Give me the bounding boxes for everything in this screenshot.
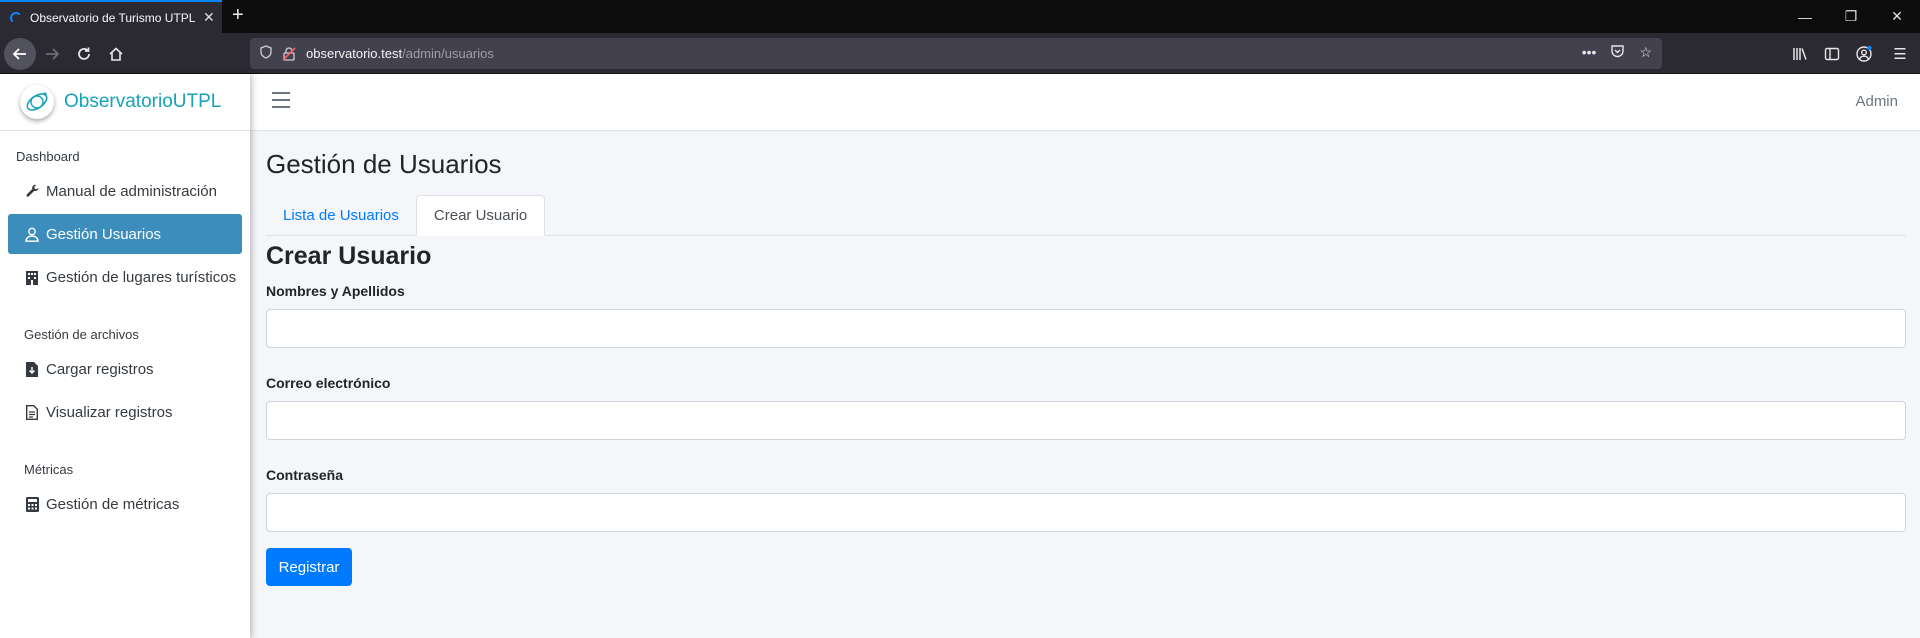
browser-tab[interactable]: Observatorio de Turismo UTPL ✕ — [0, 0, 222, 33]
sidebar-item-label: Cargar registros — [46, 360, 154, 378]
minimize-icon[interactable]: — — [1782, 0, 1828, 33]
password-field[interactable] — [266, 493, 1906, 532]
nav-header-archivos: Gestión de archivos — [24, 326, 139, 342]
account-icon[interactable] — [1848, 38, 1880, 70]
forward-arrow-icon[interactable] — [36, 38, 68, 70]
browser-tab-bar: Observatorio de Turismo UTPL ✕ + — ❐ ✕ — [0, 0, 1920, 33]
name-field[interactable] — [266, 309, 1906, 348]
brand-name-light: UTPL — [172, 91, 222, 112]
email-field-label: Correo electrónico — [266, 375, 391, 391]
insecure-lock-icon[interactable] — [282, 46, 296, 61]
more-options-icon[interactable]: ••• — [1582, 44, 1597, 62]
tab-crear-usuario[interactable]: Crear Usuario — [415, 195, 546, 236]
tab-title: Observatorio de Turismo UTPL — [30, 10, 195, 25]
main-content: Gestión de Usuarios Lista de Usuarios Cr… — [250, 131, 1920, 638]
nav-header-metricas: Métricas — [24, 461, 74, 477]
sidebar-item-lugares[interactable]: Gestión de lugares turísticos — [8, 257, 242, 297]
building-icon — [24, 269, 40, 285]
sidebar-item-metricas[interactable]: Gestión de métricas — [8, 484, 242, 524]
loading-spinner-icon — [10, 11, 22, 24]
form-title: Crear Usuario — [266, 242, 432, 270]
register-button[interactable]: Registrar — [266, 548, 352, 586]
url-path: /admin/usuarios — [402, 46, 494, 61]
url-host: observatorio.test — [306, 46, 403, 61]
back-arrow-icon[interactable] — [4, 38, 36, 70]
library-icon[interactable] — [1784, 38, 1816, 70]
admin-user-link[interactable]: Admin — [1855, 93, 1898, 110]
close-icon[interactable]: ✕ — [203, 9, 215, 26]
sidebar-item-label: Visualizar registros — [46, 403, 173, 421]
tab-list: Lista de Usuarios Crear Usuario — [266, 195, 1906, 236]
restore-icon[interactable]: ❐ — [1828, 0, 1874, 33]
brand-name-strong: Observatorio — [64, 91, 173, 112]
sidebar: ObservatorioUTPL Dashboard Manual de adm… — [0, 74, 250, 638]
brand-name: ObservatorioUTPL — [64, 91, 221, 113]
tab-lista-usuarios[interactable]: Lista de Usuarios — [266, 195, 416, 236]
sidebar-item-manual[interactable]: Manual de administración — [8, 171, 242, 211]
wrench-icon — [24, 183, 40, 199]
sidebar-item-visualizar[interactable]: Visualizar registros — [8, 392, 242, 432]
calculator-icon — [24, 496, 40, 512]
user-icon — [24, 226, 40, 242]
home-icon[interactable] — [100, 38, 132, 70]
shield-icon[interactable] — [260, 45, 272, 62]
sidebar-item-usuarios[interactable]: Gestión Usuarios — [8, 214, 242, 254]
reload-icon[interactable] — [68, 38, 100, 70]
url-bar[interactable]: observatorio.test/admin/usuarios ••• ☆ — [250, 38, 1662, 69]
menu-icon[interactable]: ☰ — [1880, 38, 1920, 70]
page-title: Gestión de Usuarios — [266, 149, 502, 179]
bookmark-star-icon[interactable]: ☆ — [1639, 44, 1652, 62]
browser-toolbar: observatorio.test/admin/usuarios ••• ☆ ☰ — [0, 33, 1920, 74]
sidebar-item-label: Manual de administración — [46, 182, 217, 200]
sidebar-item-label: Gestión de lugares turísticos — [46, 268, 237, 286]
plus-icon[interactable]: + — [232, 5, 244, 25]
file-text-icon — [24, 404, 40, 420]
file-download-icon — [24, 361, 40, 377]
sidebar-item-cargar[interactable]: Cargar registros — [8, 349, 242, 389]
pocket-icon[interactable] — [1610, 44, 1625, 62]
brand-link[interactable]: ObservatorioUTPL — [0, 74, 250, 131]
top-navbar: Admin — [250, 74, 1920, 131]
sidebar-toggle-icon[interactable] — [1816, 38, 1848, 70]
name-field-label: Nombres y Apellidos — [266, 283, 405, 299]
hamburger-menu-icon[interactable] — [272, 92, 290, 108]
logo-icon — [20, 85, 54, 119]
window-close-icon[interactable]: ✕ — [1874, 0, 1920, 33]
sidebar-item-label: Gestión Usuarios — [46, 225, 162, 243]
email-field[interactable] — [266, 401, 1906, 440]
nav-header-dashboard: Dashboard — [16, 148, 80, 164]
password-field-label: Contraseña — [266, 467, 344, 483]
sidebar-item-label: Gestión de métricas — [46, 495, 180, 513]
